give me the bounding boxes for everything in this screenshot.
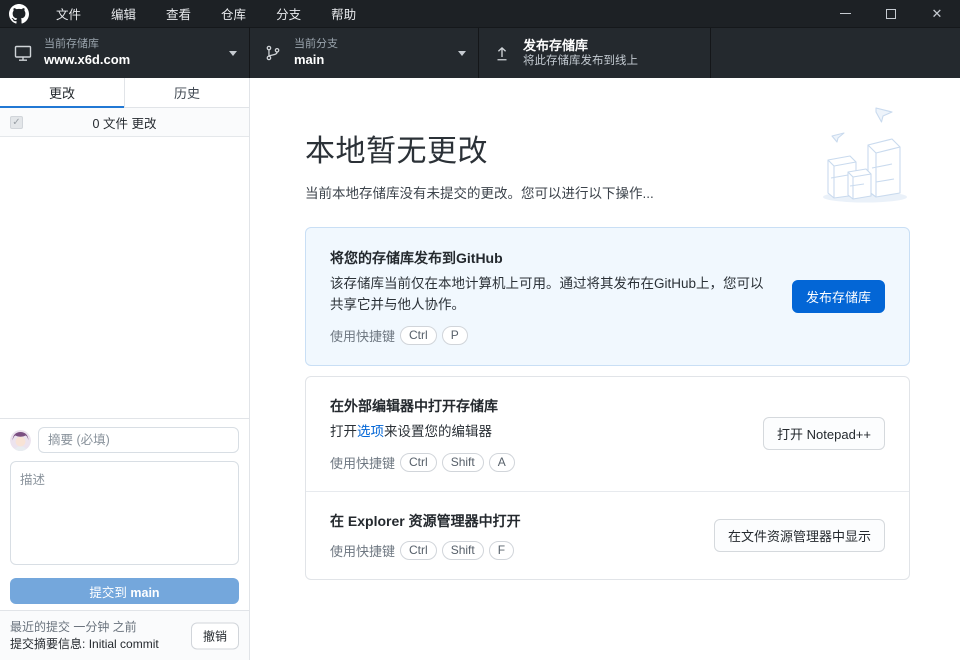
publish-repository-title: 发布存储库 <box>523 38 638 54</box>
recent-commit-panel: 最近的提交 一分钟 之前 提交摘要信息: Initial commit 撤销 <box>0 610 249 660</box>
current-branch-label: 当前分支 <box>294 38 338 52</box>
changes-summary-row: ✓ 0 文件 更改 <box>0 108 249 137</box>
commit-to-branch-button[interactable]: 提交到 main <box>10 578 239 604</box>
current-branch-button[interactable]: 当前分支 main <box>250 28 479 78</box>
close-button[interactable]: ✕ <box>914 0 960 27</box>
changes-summary-text: 0 文件 更改 <box>0 113 249 132</box>
publish-card-body: 该存储库当前仅在本地计算机上可用。通过将其发布在GitHub上，您可以共享它并与… <box>330 274 772 316</box>
undo-button[interactable]: 撤销 <box>191 622 239 649</box>
open-explorer-title: 在 Explorer 资源管理器中打开 <box>330 511 694 531</box>
publish-card: 将您的存储库发布到GitHub 该存储库当前仅在本地计算机上可用。通过将其发布在… <box>305 227 910 366</box>
chevron-down-icon <box>229 51 237 56</box>
kbd-p: P <box>442 326 468 345</box>
kbd-shift: Shift <box>442 453 484 472</box>
menu-view[interactable]: 查看 <box>151 0 206 27</box>
kbd-f: F <box>489 541 514 560</box>
open-explorer-card: 在 Explorer 资源管理器中打开 使用快捷键 Ctrl Shift F 在… <box>306 491 909 579</box>
sidebar: 更改 历史 ✓ 0 文件 更改 提交到 main <box>0 78 250 660</box>
git-branch-icon <box>262 44 284 62</box>
maximize-button[interactable] <box>868 0 914 27</box>
open-explorer-shortcut: 使用快捷键 Ctrl Shift F <box>330 541 694 560</box>
content-area: 更改 历史 ✓ 0 文件 更改 提交到 main <box>0 78 960 660</box>
options-link[interactable]: 选项 <box>357 424 384 439</box>
main-panel: 本地暂无更改 当前本地存储库没有未提交的更改。您可以进行以下操作... 将您的存… <box>250 78 960 660</box>
select-all-checkbox[interactable]: ✓ <box>10 116 23 129</box>
menu-help[interactable]: 帮助 <box>316 0 371 27</box>
github-logo-icon <box>9 4 29 24</box>
commit-form: 提交到 main <box>0 418 249 610</box>
current-repository-label: 当前存储库 <box>44 38 130 52</box>
actions-card-group: 在外部编辑器中打开存储库 打开选项来设置您的编辑器 使用快捷键 Ctrl Shi… <box>305 376 910 580</box>
commit-description-input[interactable] <box>10 461 239 565</box>
kbd-ctrl: Ctrl <box>400 453 437 472</box>
titlebar: 文件 编辑 查看 仓库 分支 帮助 ✕ <box>0 0 960 28</box>
menu-file[interactable]: 文件 <box>41 0 96 27</box>
menu-edit[interactable]: 编辑 <box>96 0 151 27</box>
tab-history[interactable]: 历史 <box>124 78 249 108</box>
user-avatar <box>10 430 31 451</box>
recent-commit-label: 提交摘要信息: <box>10 637 85 651</box>
menu-bar: 文件 编辑 查看 仓库 分支 帮助 <box>41 0 371 27</box>
recent-commit-message: Initial commit <box>89 637 159 651</box>
computer-icon <box>12 43 34 63</box>
chevron-down-icon <box>458 51 466 56</box>
commit-summary-input[interactable] <box>38 427 239 453</box>
menu-branch[interactable]: 分支 <box>261 0 316 27</box>
menu-repository[interactable]: 仓库 <box>206 0 261 27</box>
close-icon: ✕ <box>932 7 943 20</box>
kbd-ctrl: Ctrl <box>400 541 437 560</box>
publish-card-shortcut: 使用快捷键 Ctrl P <box>330 326 772 345</box>
commit-branch-name: main <box>130 586 159 600</box>
tab-changes[interactable]: 更改 <box>0 78 124 108</box>
sidebar-tabs: 更改 历史 <box>0 78 249 108</box>
minimize-icon <box>840 13 851 14</box>
open-editor-card: 在外部编辑器中打开存储库 打开选项来设置您的编辑器 使用快捷键 Ctrl Shi… <box>306 377 909 491</box>
empty-state-illustration <box>810 100 910 210</box>
publish-repository-button[interactable]: 发布存储库 <box>792 280 885 313</box>
kbd-shift: Shift <box>442 541 484 560</box>
current-repository-value: www.x6d.com <box>44 52 130 68</box>
upload-icon <box>491 44 513 62</box>
open-editor-title: 在外部编辑器中打开存储库 <box>330 396 743 416</box>
publish-repository-subtitle: 将此存储库发布到线上 <box>523 54 638 68</box>
show-in-explorer-button[interactable]: 在文件资源管理器中显示 <box>714 519 885 552</box>
current-branch-value: main <box>294 52 338 68</box>
open-editor-shortcut: 使用快捷键 Ctrl Shift A <box>330 453 743 472</box>
window-controls: ✕ <box>822 0 960 27</box>
changes-list-empty <box>0 137 249 418</box>
open-in-editor-button[interactable]: 打开 Notepad++ <box>763 417 885 450</box>
toolbar: 当前存储库 www.x6d.com 当前分支 main 发布存储库 将此存储库发… <box>0 28 960 78</box>
publish-card-title: 将您的存储库发布到GitHub <box>330 248 772 268</box>
minimize-button[interactable] <box>822 0 868 27</box>
current-repository-button[interactable]: 当前存储库 www.x6d.com <box>0 28 250 78</box>
publish-repository-toolbar-button[interactable]: 发布存储库 将此存储库发布到线上 <box>479 28 711 78</box>
kbd-a: A <box>489 453 515 472</box>
kbd-ctrl: Ctrl <box>400 326 437 345</box>
maximize-icon <box>886 9 896 19</box>
open-editor-body: 打开选项来设置您的编辑器 <box>330 422 743 443</box>
